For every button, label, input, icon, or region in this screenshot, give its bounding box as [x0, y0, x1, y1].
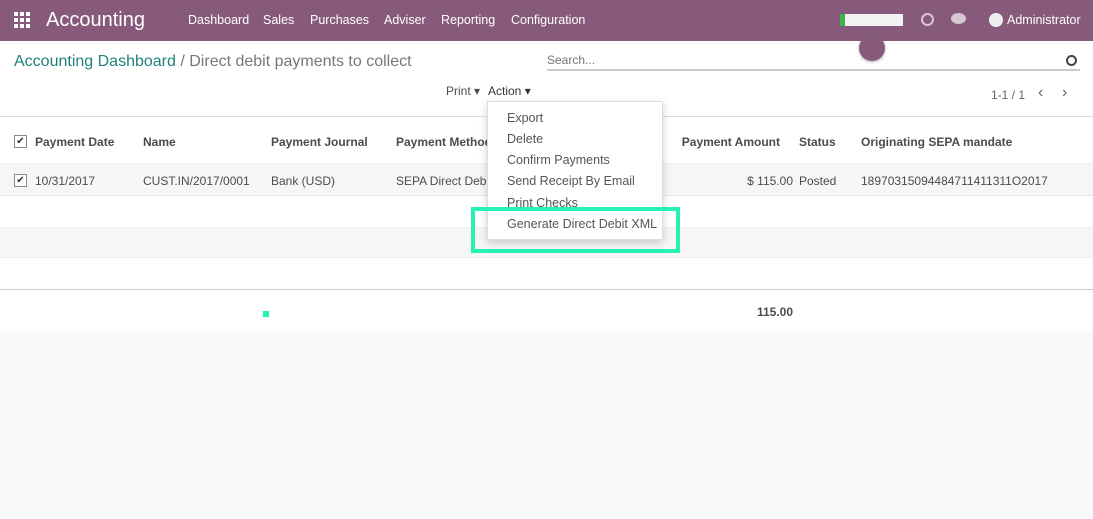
breadcrumb-current: Direct debit payments to collect	[189, 53, 412, 70]
total-amount: 115.00	[756, 305, 793, 319]
loading-bar	[840, 14, 903, 26]
menu-reporting[interactable]: Reporting	[441, 13, 495, 27]
marker	[263, 311, 269, 317]
cell-name: CUST.IN/2017/0001	[143, 174, 250, 188]
search-zoom-icon[interactable]	[1066, 55, 1077, 66]
action-confirm-payments[interactable]: Confirm Payments	[507, 153, 610, 167]
action-delete[interactable]: Delete	[507, 132, 543, 146]
menu-adviser[interactable]: Adviser	[384, 13, 426, 27]
pager-next-icon[interactable]: ›	[1062, 84, 1067, 102]
action-export[interactable]: Export	[507, 111, 543, 125]
cell-status: Posted	[799, 174, 837, 188]
pager-value[interactable]: 1-1 / 1	[991, 88, 1025, 102]
col-method[interactable]: Payment Method	[396, 135, 492, 149]
clock-icon[interactable]	[921, 13, 934, 26]
col-status[interactable]: Status	[799, 135, 836, 149]
print-label: Print	[446, 84, 471, 98]
select-all-checkbox[interactable]: ✔	[14, 135, 27, 148]
apps-menu-icon[interactable]	[14, 12, 30, 28]
user-menu[interactable]: Administrator	[1007, 13, 1081, 27]
cell-journal: Bank (USD)	[271, 174, 336, 188]
loading-indicator	[859, 35, 885, 61]
action-dropdown[interactable]: Action ▾	[488, 84, 531, 98]
cell-mandate: 18970315094484711411311O2017	[861, 174, 1048, 188]
highlight-box	[471, 207, 680, 253]
menu-dashboard[interactable]: Dashboard	[188, 13, 249, 27]
menu-configuration[interactable]: Configuration	[511, 13, 585, 27]
action-label: Action	[488, 84, 522, 98]
col-journal[interactable]: Payment Journal	[271, 135, 368, 149]
cell-date: 10/31/2017	[35, 174, 96, 188]
menu-sales[interactable]: Sales	[263, 13, 294, 27]
search-input[interactable]	[547, 50, 1080, 71]
menu-purchases[interactable]: Purchases	[310, 13, 369, 27]
col-amount[interactable]: Payment Amount	[682, 135, 780, 149]
pager-previous-icon[interactable]: ‹	[1038, 84, 1043, 102]
col-mandate[interactable]: Originating SEPA mandate	[861, 135, 1012, 149]
print-dropdown[interactable]: Print ▾	[446, 84, 480, 98]
breadcrumb-parent[interactable]: Accounting Dashboard	[14, 53, 176, 70]
action-send-receipt[interactable]: Send Receipt By Email	[507, 174, 635, 188]
row-checkbox[interactable]: ✔	[14, 174, 27, 187]
table-footer: 115.00	[0, 289, 1093, 332]
col-name[interactable]: Name	[143, 135, 176, 149]
top-navbar: Accounting Dashboard Sales Purchases Adv…	[0, 0, 1093, 41]
avatar[interactable]	[989, 13, 1003, 27]
breadcrumb: Accounting Dashboard / Direct debit paym…	[14, 53, 412, 71]
cell-method: SEPA Direct Debit	[396, 174, 493, 188]
col-payment-date[interactable]: Payment Date	[35, 135, 114, 149]
chat-icon[interactable]	[951, 13, 966, 24]
app-title: Accounting	[46, 9, 145, 31]
cell-amount: $ 115.00	[747, 174, 793, 188]
breadcrumb-separator: /	[180, 53, 185, 70]
